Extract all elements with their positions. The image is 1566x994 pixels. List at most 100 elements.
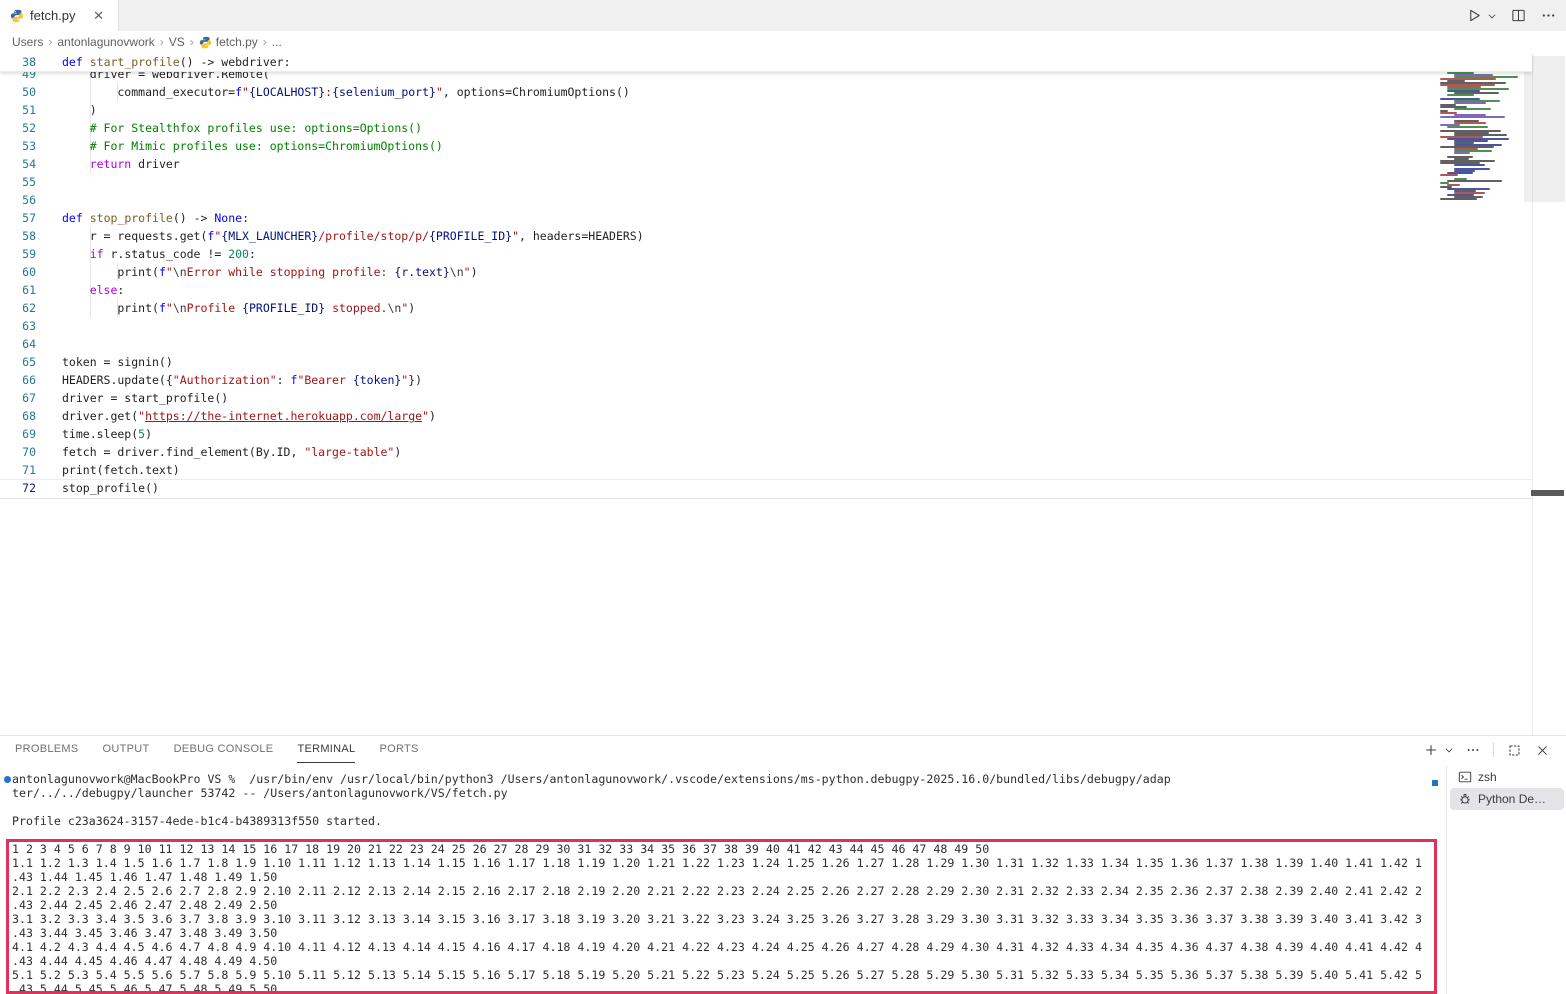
code-line: 67 driver = start_profile(): [0, 389, 1566, 407]
code-line: 70 fetch = driver.find_element(By.ID, "la…: [0, 443, 1566, 461]
code-line: 59 if r.status_code != 200:: [0, 245, 1566, 263]
terminal-list-item-zsh[interactable]: zsh: [1450, 766, 1564, 788]
breadcrumb: Users›antonlagunovwork›VS›fetch.py›...: [0, 31, 1566, 53]
line-number: 66: [0, 371, 36, 389]
minimap-line: [1447, 126, 1488, 128]
breadcrumb-separator: ›: [263, 35, 267, 49]
scrollbar-slider[interactable]: [1524, 56, 1565, 202]
breadcrumb-item-fetch-py[interactable]: fetch.py: [199, 35, 258, 49]
python-file-icon: [10, 9, 24, 23]
python-file-icon: [199, 36, 212, 49]
code-text: fetch = driver.find_element(By.ID, "larg…: [62, 443, 401, 461]
code-line: 72stop_profile(): [0, 479, 1566, 497]
editor-actions: [1464, 0, 1558, 31]
minimap-line: [1440, 198, 1477, 200]
tab-fetch-py[interactable]: fetch.py ✕: [0, 0, 119, 31]
panel-tab-debug-console[interactable]: DEBUG CONSOLE: [174, 737, 274, 763]
terminal-overview-command-mark: [1432, 780, 1438, 786]
overview-ruler-cursor-mark: [1531, 490, 1564, 496]
code-text: return driver: [62, 155, 180, 173]
code-text: driver.get("https://the-internet.herokua…: [62, 407, 436, 425]
minimap-line: [1454, 108, 1491, 110]
line-number: 69: [0, 425, 36, 443]
code-text: def stop_profile() -> None:: [62, 209, 249, 227]
panel-tab-terminal[interactable]: TERMINAL: [297, 737, 355, 763]
line-number: 58: [0, 227, 36, 245]
run-dropdown-chevron-icon[interactable]: [1486, 6, 1498, 26]
panel-actions-separator: [1493, 743, 1494, 757]
line-number: 38: [0, 53, 36, 71]
command-decoration-dot[interactable]: [4, 776, 11, 783]
code-text: else:: [62, 281, 124, 299]
split-editor-button[interactable]: [1508, 6, 1528, 26]
code-line: 61 else:: [0, 281, 1566, 299]
debug-icon: [1458, 792, 1472, 806]
code-text: stop_profile(): [62, 479, 159, 497]
terminal-list-item-python-de-[interactable]: Python De…: [1450, 788, 1564, 810]
terminal-line: antonlagunovwork@MacBookPro VS % /usr/bi…: [12, 772, 1171, 786]
minimap-line: [1454, 164, 1485, 166]
code-line: 65 token = signin(): [0, 353, 1566, 371]
breadcrumb-separator: ›: [48, 35, 52, 49]
code-text: r = requests.get(f"{MLX_LAUNCHER}/profil…: [62, 227, 644, 245]
breadcrumb-item-antonlagunovwork[interactable]: antonlagunovwork: [57, 35, 154, 49]
code-editor[interactable]: 49 driver = webdriver.Remote(50 command_…: [0, 53, 1566, 735]
sticky-scroll-line[interactable]: 38def start_profile() -> webdriver:: [0, 53, 1532, 72]
line-number: 55: [0, 173, 36, 191]
code-line: 51 ): [0, 101, 1566, 119]
code-line: 58 r = requests.get(f"{MLX_LAUNCHER}/pro…: [0, 227, 1566, 245]
code-text: ): [62, 101, 97, 119]
code-text: HEADERS.update({"Authorization": f"Beare…: [62, 371, 422, 389]
code-line: 55: [0, 173, 1566, 191]
terminal-tabs-list: zsh Python De…: [1446, 766, 1566, 994]
tab-label: fetch.py: [30, 8, 76, 23]
code-text: print(f"\nError while stopping profile: …: [62, 263, 478, 281]
code-text: if r.status_code != 200:: [62, 245, 256, 263]
panel-tab-ports[interactable]: PORTS: [379, 737, 418, 763]
line-number: 67: [0, 389, 36, 407]
line-number: 64: [0, 335, 36, 353]
code-line: 69time.sleep(5): [0, 425, 1566, 443]
code-text: token = signin(): [62, 353, 173, 371]
breadcrumb-item--[interactable]: ...: [272, 35, 282, 49]
annotation-box: [6, 839, 1437, 994]
maximize-panel-button[interactable]: [1504, 740, 1524, 760]
line-number: 53: [0, 137, 36, 155]
more-actions-button[interactable]: [1538, 6, 1558, 26]
code-text: driver = start_profile(): [62, 389, 228, 407]
panel-more-actions-button[interactable]: [1463, 740, 1483, 760]
code-text: # For Mimic profiles use: options=Chromi…: [62, 137, 443, 155]
code-line: 64: [0, 335, 1566, 353]
line-number: 70: [0, 443, 36, 461]
code-line: 52 # For Stealthfox profiles use: option…: [0, 119, 1566, 137]
code-line: 71print(fetch.text): [0, 461, 1566, 479]
line-number: 56: [0, 191, 36, 209]
code-line: 53 # For Mimic profiles use: options=Chr…: [0, 137, 1566, 155]
code-line: 57def stop_profile() -> None:: [0, 209, 1566, 227]
terminal-profile-chevron-icon[interactable]: [1443, 740, 1455, 760]
panel-tab-problems[interactable]: PROBLEMS: [15, 737, 79, 763]
code-line: 68 driver.get("https://the-internet.herok…: [0, 407, 1566, 425]
minimap-line: [1447, 180, 1502, 182]
panel-tab-output[interactable]: OUTPUT: [103, 737, 150, 763]
line-number: 51: [0, 101, 36, 119]
terminal-line: Profile c23a3624-3157-4ede-b1c4-b4389313…: [12, 814, 382, 828]
code-line: 63: [0, 317, 1566, 335]
line-number: 52: [0, 119, 36, 137]
close-panel-button[interactable]: [1532, 740, 1552, 760]
line-number: 68: [0, 407, 36, 425]
minimap-line: [1440, 116, 1505, 118]
terminal-list-item-label: zsh: [1478, 770, 1497, 784]
tab-close-icon[interactable]: ✕: [90, 7, 108, 25]
code-text: # For Stealthfox profiles use: options=O…: [62, 119, 422, 137]
run-python-file-button[interactable]: [1464, 6, 1484, 26]
breadcrumb-item-vs[interactable]: VS: [169, 35, 185, 49]
minimap-line: [1440, 174, 1458, 176]
sticky-code-line: 38def start_profile() -> webdriver:: [0, 53, 1532, 71]
code-line: 62 print(f"\nProfile {PROFILE_ID} stoppe…: [0, 299, 1566, 317]
new-terminal-button[interactable]: [1421, 740, 1441, 760]
line-number: 61: [0, 281, 36, 299]
terminal-list-item-label: Python De…: [1478, 792, 1546, 806]
breadcrumb-item-users[interactable]: Users: [12, 35, 43, 49]
line-number: 65: [0, 353, 36, 371]
